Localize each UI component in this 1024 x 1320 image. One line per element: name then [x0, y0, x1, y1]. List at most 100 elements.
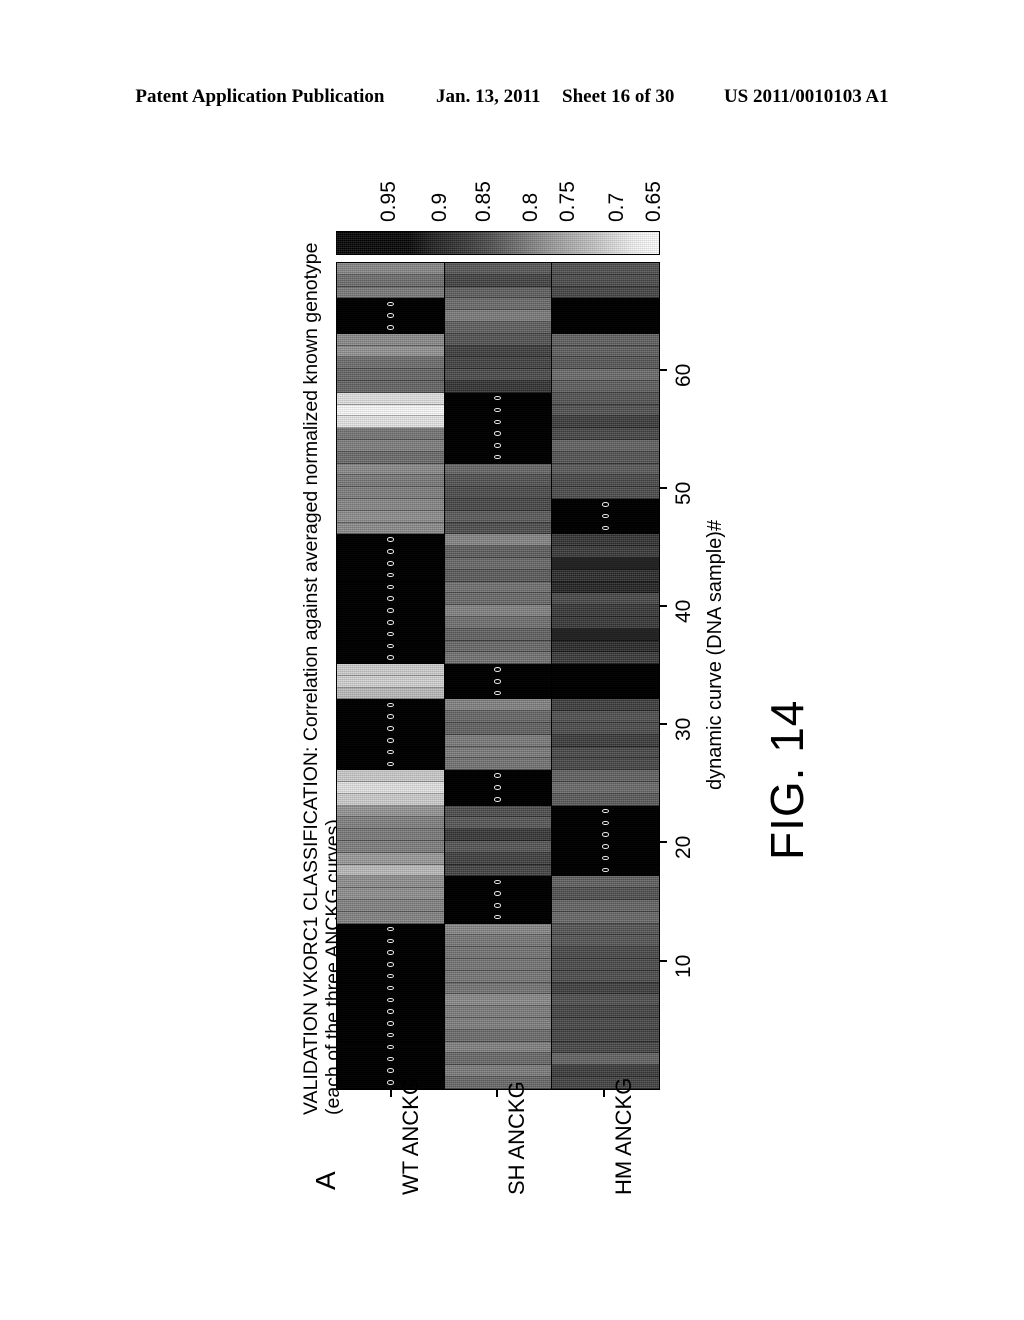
heatmap-cell [444, 333, 552, 346]
heatmap-cell [444, 510, 552, 523]
cell-texture [444, 699, 552, 711]
heatmap-sample-row [337, 1041, 659, 1054]
cell-texture [551, 569, 659, 581]
cell-texture [551, 581, 659, 593]
heatmap-cell [337, 463, 445, 476]
cell-texture [551, 935, 659, 947]
heatmap-cell [444, 581, 552, 594]
heatmap-cell [337, 970, 445, 983]
cell-texture [551, 274, 659, 286]
heatmap-sample-row [337, 923, 659, 936]
cell-texture [337, 970, 445, 982]
cell-texture [337, 593, 445, 605]
heatmap-cell [444, 616, 552, 629]
cell-texture [444, 864, 552, 876]
cell-texture [337, 652, 445, 664]
figure-caption: FIG. 14 [761, 699, 813, 860]
heatmap-cell [337, 321, 445, 334]
heatmap-cell [444, 805, 552, 818]
row-label-wt-anckg: WT ANCKG [398, 1078, 423, 1195]
heatmap-cell [551, 982, 659, 995]
cell-texture [337, 333, 445, 345]
heatmap-sample-row [337, 369, 659, 381]
cell-texture [337, 734, 445, 746]
cell-texture [337, 770, 445, 782]
cell-texture [444, 380, 552, 392]
x-axis-title: dynamic curve (DNA sample)# [704, 519, 726, 790]
heatmap-cell [551, 734, 659, 747]
cell-texture [444, 923, 552, 935]
heatmap-cell [337, 392, 445, 405]
x-tick-mark-20 [660, 841, 667, 843]
cell-texture [551, 380, 659, 392]
heatmap-cell [444, 982, 552, 995]
colorbar-label-2: 0.85 [472, 181, 495, 222]
cell-texture [444, 333, 552, 345]
heatmap-cell [337, 699, 445, 712]
heatmap-cell [551, 498, 659, 511]
heatmap-sample-row [337, 404, 659, 417]
heatmap-cell [551, 274, 659, 287]
heatmap-cell [444, 498, 552, 511]
cell-texture [551, 404, 659, 416]
heatmap-cell [551, 970, 659, 983]
cell-texture [337, 274, 445, 286]
cell-texture [444, 1029, 552, 1041]
cell-texture [337, 439, 445, 451]
heatmap-cell [444, 463, 552, 476]
heatmap-cell [551, 380, 659, 393]
cell-texture [551, 959, 659, 970]
cell-texture [551, 1006, 659, 1017]
heatmap-cell [444, 404, 552, 417]
heatmap-sample-row [337, 522, 659, 535]
heatmap-cell [444, 1041, 552, 1054]
cell-texture [444, 345, 552, 357]
heatmap-cell [551, 758, 659, 771]
heatmap-cell [444, 947, 552, 960]
cell-texture [551, 546, 659, 557]
heatmap-sample-row [337, 487, 659, 499]
heatmap-cell [444, 274, 552, 287]
cell-texture [337, 1076, 445, 1088]
cell-texture [337, 416, 445, 428]
heatmap-sample-row [337, 805, 659, 818]
cell-texture [337, 711, 445, 723]
heatmap-sample-row [337, 628, 659, 641]
cell-texture [444, 616, 552, 628]
heatmap-cell [444, 369, 552, 381]
heatmap-cell [444, 699, 552, 712]
heatmap-cell [551, 333, 659, 346]
heatmap-sample-row [337, 357, 659, 370]
heatmap-cell [337, 876, 445, 889]
x-tick-label-40: 40 [672, 599, 695, 623]
heatmap-cell [444, 734, 552, 747]
heatmap-sample-row [337, 310, 659, 322]
cell-texture [551, 817, 659, 829]
heatmap-sample-row [337, 746, 659, 759]
heatmap-cell [444, 746, 552, 759]
heatmap-cell [444, 911, 552, 924]
heatmap-grid [337, 263, 659, 1089]
heatmap-cell [337, 616, 445, 629]
heatmap-sample-row [337, 664, 659, 676]
heatmap-cell [551, 1006, 659, 1018]
cell-texture [337, 534, 445, 546]
heatmap-cell [551, 923, 659, 936]
cell-texture [551, 982, 659, 994]
cell-texture [337, 982, 445, 994]
heatmap-cell [551, 463, 659, 476]
heatmap-sample-row [337, 498, 659, 511]
heatmap-sample-row [337, 911, 659, 924]
heatmap-sample-row [337, 569, 659, 582]
cell-texture [444, 593, 552, 605]
heatmap-sample-row [337, 1029, 659, 1042]
cell-texture [337, 911, 445, 923]
heatmap-cell [551, 711, 659, 724]
heatmap-sample-row [337, 864, 659, 877]
heatmap-cell [444, 380, 552, 393]
panel-letter-a: A [310, 1171, 341, 1190]
cell-texture [551, 628, 659, 640]
heatmap-cell [444, 428, 552, 440]
heatmap-sample-row [337, 557, 659, 570]
heatmap-cell [551, 687, 659, 700]
